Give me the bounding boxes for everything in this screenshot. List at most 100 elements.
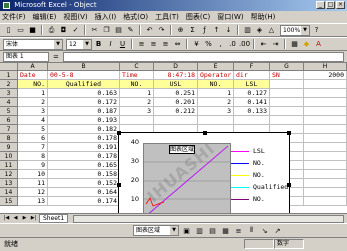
cell[interactable]: NO.: [198, 80, 234, 89]
font-select[interactable]: 宋体 ▼: [3, 38, 63, 50]
help-icon[interactable]: ?: [311, 25, 322, 36]
minimize-button[interactable]: _: [316, 1, 325, 9]
cell[interactable]: [304, 116, 347, 125]
row-header[interactable]: 3: [0, 89, 18, 98]
cell[interactable]: [270, 107, 304, 116]
fill-color-icon[interactable]: ◆: [301, 39, 312, 50]
underline-button[interactable]: U: [117, 39, 128, 50]
legend-icon[interactable]: ▤: [207, 225, 218, 236]
column-header[interactable]: E: [198, 63, 234, 71]
cell[interactable]: 0.141: [234, 98, 270, 107]
cell[interactable]: 3: [18, 107, 48, 116]
new-icon[interactable]: ▯: [3, 25, 14, 36]
row-header[interactable]: 15: [0, 197, 18, 206]
cell[interactable]: 0.191: [48, 143, 120, 152]
formula-input[interactable]: [62, 51, 344, 62]
cell[interactable]: 2: [18, 98, 48, 107]
horizontal-scrollbar[interactable]: [73, 214, 344, 223]
cell[interactable]: 8: [18, 152, 48, 161]
cell[interactable]: 0.251: [154, 89, 198, 98]
cell[interactable]: 13: [18, 197, 48, 206]
column-header[interactable]: B: [48, 63, 120, 71]
cell[interactable]: [304, 107, 347, 116]
cell[interactable]: 10: [18, 170, 48, 179]
cell[interactable]: LSL: [234, 80, 270, 89]
increase-decimal-icon[interactable]: .0: [227, 39, 238, 50]
cell[interactable]: 2: [198, 98, 234, 107]
comma-icon[interactable]: ,: [215, 39, 226, 50]
row-header[interactable]: 7: [0, 125, 18, 134]
cell[interactable]: [304, 134, 347, 143]
cell[interactable]: NO.: [18, 80, 48, 89]
copy-icon[interactable]: ❐: [101, 25, 112, 36]
cell[interactable]: 0.152: [48, 179, 120, 188]
row-header[interactable]: 2: [0, 80, 18, 89]
column-header[interactable]: C: [120, 63, 154, 71]
resize-handle[interactable]: [203, 131, 207, 135]
close-button[interactable]: ×: [336, 1, 345, 9]
row-header[interactable]: 9: [0, 143, 18, 152]
cell[interactable]: 0.193: [48, 116, 120, 125]
cell[interactable]: [304, 89, 347, 98]
cell[interactable]: [270, 116, 304, 125]
menu-chart[interactable]: 图表(C): [186, 12, 210, 22]
maximize-button[interactable]: □: [326, 1, 335, 9]
cell[interactable]: 0.174: [48, 197, 120, 206]
cell[interactable]: 1: [198, 89, 234, 98]
print-icon[interactable]: ⎙: [46, 25, 57, 36]
sort-asc-icon[interactable]: ↑: [211, 25, 222, 36]
decrease-indent-icon[interactable]: ⇤: [258, 39, 269, 50]
resize-handle[interactable]: [287, 131, 291, 135]
row-header[interactable]: 10: [0, 152, 18, 161]
row-header[interactable]: 6: [0, 116, 18, 125]
cell[interactable]: [304, 188, 347, 197]
cell[interactable]: 0.187: [48, 107, 120, 116]
cell[interactable]: [234, 116, 270, 125]
cell[interactable]: 7: [18, 143, 48, 152]
row-header[interactable]: 5: [0, 107, 18, 116]
format-painter-icon[interactable]: ✎: [125, 25, 136, 36]
currency-icon[interactable]: ¥: [191, 39, 202, 50]
redo-icon[interactable]: ↷: [156, 25, 167, 36]
next-sheet-icon[interactable]: ▶: [21, 215, 28, 222]
menu-format[interactable]: 格式(O): [123, 12, 148, 22]
cell[interactable]: Time: [120, 71, 154, 80]
cell[interactable]: [270, 98, 304, 107]
spell-icon[interactable]: ✓: [70, 25, 81, 36]
open-icon[interactable]: ▭: [15, 25, 26, 36]
align-right-icon[interactable]: ≡: [160, 39, 171, 50]
cell[interactable]: [304, 197, 347, 206]
bold-button[interactable]: B: [93, 39, 104, 50]
chart-wizard-icon[interactable]: ▥: [242, 25, 253, 36]
menu-window[interactable]: 窗口(W): [217, 12, 243, 22]
cell[interactable]: 0.212: [154, 107, 198, 116]
cell[interactable]: 0.127: [234, 89, 270, 98]
cell[interactable]: 0.201: [154, 98, 198, 107]
sheet-tab[interactable]: Sheet1: [39, 214, 69, 223]
align-left-icon[interactable]: ≡: [136, 39, 147, 50]
row-header[interactable]: 14: [0, 188, 18, 197]
cell[interactable]: 5: [18, 125, 48, 134]
cell[interactable]: 9: [18, 161, 48, 170]
cell[interactable]: 0.158: [48, 170, 120, 179]
zoom-select[interactable]: 100% ▼: [280, 24, 310, 36]
cell[interactable]: Operator: [198, 71, 234, 80]
cell[interactable]: [154, 116, 198, 125]
last-sheet-icon[interactable]: ▶|: [30, 215, 37, 222]
cell[interactable]: 0.164: [48, 188, 120, 197]
formula-equals-icon[interactable]: =: [53, 53, 59, 61]
borders-icon[interactable]: ▦: [289, 39, 300, 50]
cell[interactable]: 00-5-8: [48, 71, 120, 80]
menu-help[interactable]: 帮助(H): [251, 12, 276, 22]
menu-insert[interactable]: 插入(I): [95, 12, 117, 22]
chart-type-icon[interactable]: ▥: [194, 225, 205, 236]
autosum-icon[interactable]: Σ: [187, 25, 198, 36]
cell[interactable]: 0.165: [48, 161, 120, 170]
menu-view[interactable]: 视图(V): [63, 12, 87, 22]
cell[interactable]: Date: [18, 71, 48, 80]
cell[interactable]: 1: [120, 89, 154, 98]
preview-icon[interactable]: ◘: [58, 25, 69, 36]
prev-sheet-icon[interactable]: ◀: [12, 215, 19, 222]
column-header[interactable]: F: [234, 63, 270, 71]
cell[interactable]: [304, 98, 347, 107]
